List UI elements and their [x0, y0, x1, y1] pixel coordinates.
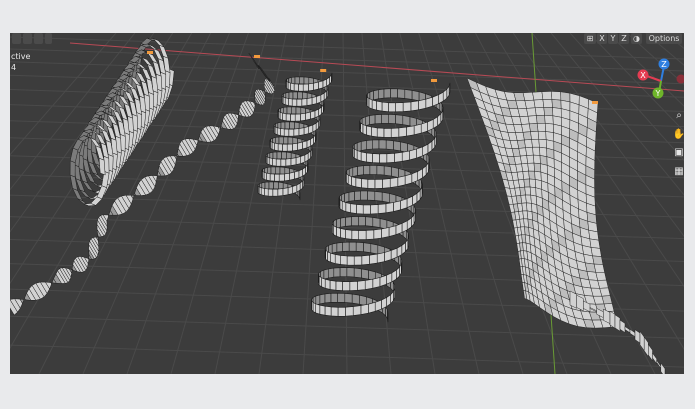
zoom-icon[interactable]: ⌕ [672, 109, 684, 123]
gizmo-z-label: Z [661, 60, 667, 69]
mirror-z-button[interactable]: Z [619, 33, 629, 44]
header-tool-3[interactable] [34, 33, 43, 44]
navigation-gizmo[interactable]: Z X Y [634, 57, 684, 105]
snap-toggle-button[interactable]: ⊞ [584, 33, 596, 44]
grid-icon[interactable]: ▦ [672, 165, 684, 179]
camera-icon[interactable]: ▣ [672, 146, 684, 160]
header-tool-4[interactable] [45, 33, 52, 44]
header-tool-1[interactable] [12, 33, 21, 44]
3d-viewport[interactable]: ctive 4 ⊞ X Y Z ◑ Options Z X Y ⌕ ✋ ▣ ▦ [10, 33, 684, 374]
header-tool-2[interactable] [23, 33, 32, 44]
mirror-y-button[interactable]: Y [608, 33, 618, 44]
viewport-mode-text: ctive [11, 52, 31, 61]
mirror-x-button[interactable]: X [597, 33, 607, 44]
twisted-cloth-mesh[interactable] [466, 77, 666, 374]
viewport-scene[interactable] [10, 33, 684, 374]
overlay-toggle-button[interactable]: ◑ [631, 33, 642, 44]
gizmo-y-label: Y [655, 89, 661, 98]
options-dropdown[interactable]: Options [646, 33, 682, 44]
gizmo-x-label: X [640, 71, 646, 80]
coil-cylinder-mesh[interactable] [69, 37, 175, 207]
hand-pan-icon[interactable]: ✋ [672, 128, 684, 142]
gizmo-neg-x-axis[interactable] [676, 74, 685, 84]
viewport-count-text: 4 [11, 63, 17, 72]
